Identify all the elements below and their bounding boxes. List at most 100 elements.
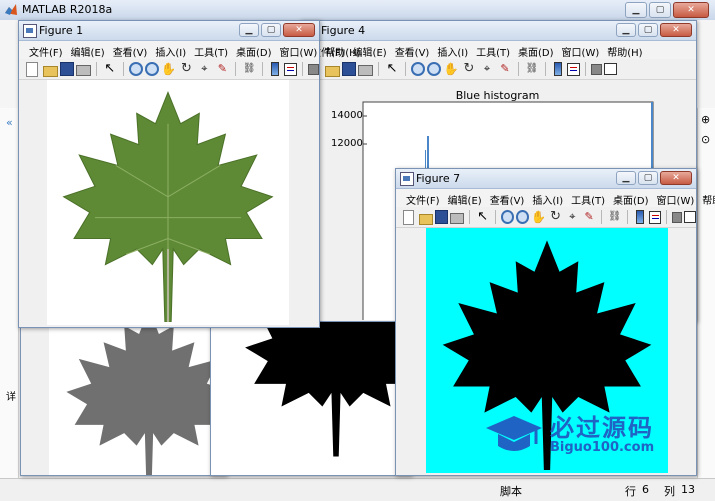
menu-help[interactable]: 帮助(H) [603, 41, 646, 59]
new-figure-icon[interactable] [26, 61, 38, 77]
zoom-in-icon[interactable] [500, 210, 515, 224]
graduation-cap-icon [486, 416, 542, 451]
link-plot-icon[interactable]: ⛓ [241, 61, 257, 77]
figure-icon [400, 172, 414, 186]
print-icon[interactable] [358, 65, 373, 76]
menu-tools[interactable]: 工具(T) [567, 189, 609, 207]
rotate-icon[interactable]: ↻ [179, 61, 195, 77]
menu-window[interactable]: 窗口(W) [653, 189, 699, 207]
figure-1-maximize-button[interactable]: ▢ [261, 23, 281, 37]
menu-edit[interactable]: 编辑(E) [67, 41, 109, 59]
figure-1-window[interactable]: Figure 1 ▁ ▢ ✕ 文件(F) 编辑(E) 查看(V) 插入(I) 工… [18, 20, 361, 328]
figure-7-close-button[interactable]: ✕ [660, 171, 692, 185]
menu-help[interactable]: 帮助(H) [321, 41, 364, 59]
status-row-label: 行 [625, 485, 636, 498]
zoom-in-icon[interactable] [128, 62, 143, 76]
colorbar-icon[interactable] [554, 62, 562, 76]
status-col-value: 13 [681, 483, 695, 496]
edit-plot-icon[interactable]: ↖ [384, 61, 400, 77]
figure-1-minimize-button[interactable]: ▁ [239, 23, 259, 37]
figure-1-toolbar: ↖ ✋ ↻ ⌖ ✎ ⛓ [19, 59, 320, 80]
panel-collapse-icon[interactable]: ⊙ [701, 133, 710, 146]
pan-icon[interactable]: ✋ [161, 61, 177, 77]
save-icon[interactable] [59, 62, 74, 76]
hide-plot-tools-icon[interactable] [308, 63, 320, 75]
menu-desktop[interactable]: 桌面(D) [609, 189, 653, 207]
status-row-value: 6 [642, 483, 649, 496]
menu-view[interactable]: 查看(V) [109, 41, 152, 59]
menu-tools[interactable]: 工具(T) [472, 41, 514, 59]
figure-4-close-button[interactable]: ✕ [660, 23, 692, 37]
menu-view[interactable]: 查看(V) [486, 189, 529, 207]
open-file-icon[interactable] [419, 213, 434, 225]
menu-insert[interactable]: 插入(I) [151, 41, 190, 59]
grayscale-image-axes [49, 309, 226, 475]
color-leaf-image [62, 91, 274, 322]
menu-desktop[interactable]: 桌面(D) [232, 41, 276, 59]
zoom-out-icon[interactable] [427, 62, 441, 76]
data-cursor-icon[interactable]: ⌖ [196, 61, 212, 77]
minimize-button[interactable]: ▁ [625, 2, 647, 18]
new-figure-icon[interactable] [403, 209, 415, 225]
hide-plot-tools-icon[interactable] [671, 211, 682, 223]
menu-edit[interactable]: 编辑(E) [444, 189, 486, 207]
figure-7-menubar: 文件(F) 编辑(E) 查看(V) 插入(I) 工具(T) 桌面(D) 窗口(W… [396, 189, 715, 207]
menu-file[interactable]: 文件(F) [25, 41, 67, 59]
print-icon[interactable] [450, 213, 465, 224]
brush-icon[interactable]: ✎ [582, 209, 597, 225]
figure-7-minimize-button[interactable]: ▁ [616, 171, 636, 185]
figure-1-canvas [19, 80, 319, 327]
figure-icon [23, 24, 37, 38]
menu-help[interactable]: 帮助(H) [698, 189, 715, 207]
figure-1-title: Figure 1 [39, 24, 84, 37]
brush-icon[interactable]: ✎ [497, 61, 513, 77]
menu-tools[interactable]: 工具(T) [190, 41, 232, 59]
panel-expand-icon[interactable]: ⊕ [701, 113, 710, 126]
legend-icon[interactable] [648, 210, 661, 224]
legend-icon[interactable] [567, 62, 580, 76]
zoom-in-icon[interactable] [411, 62, 425, 76]
open-file-icon[interactable] [325, 65, 340, 77]
hide-plot-tools-icon[interactable] [591, 63, 602, 75]
save-icon[interactable] [435, 210, 449, 224]
open-file-icon[interactable] [42, 65, 58, 77]
watermark-logo: 必过源码 Biguo100.com [484, 408, 684, 463]
menu-insert[interactable]: 插入(I) [528, 189, 567, 207]
data-cursor-icon[interactable]: ⌖ [565, 209, 580, 225]
matlab-titlebar: MATLAB R2018a ▁ ▢ ✕ [0, 0, 715, 21]
edit-plot-icon[interactable]: ↖ [475, 209, 490, 225]
link-plot-icon[interactable]: ⛓ [607, 209, 622, 225]
colorbar-icon[interactable] [271, 62, 280, 76]
close-button[interactable]: ✕ [673, 2, 709, 18]
pan-icon[interactable]: ✋ [531, 209, 546, 225]
zoom-out-icon[interactable] [144, 62, 159, 76]
show-plot-tools-icon[interactable] [604, 63, 617, 75]
panel-arrow-icon[interactable]: « [6, 116, 13, 129]
rotate-icon[interactable]: ↻ [461, 61, 477, 77]
print-icon[interactable] [75, 65, 91, 76]
menu-file[interactable]: 文件(F) [402, 189, 444, 207]
data-cursor-icon[interactable]: ⌖ [479, 61, 495, 77]
menu-desktop[interactable]: 桌面(D) [514, 41, 558, 59]
figure-4-toolbar: ↖ ✋ ↻ ⌖ ✎ ⛓ [301, 59, 696, 80]
maximize-button[interactable]: ▢ [649, 2, 671, 18]
pan-icon[interactable]: ✋ [443, 61, 459, 77]
brush-icon[interactable]: ✎ [214, 61, 230, 77]
save-icon[interactable] [342, 62, 356, 76]
zoom-out-icon[interactable] [516, 210, 530, 224]
edit-plot-icon[interactable]: ↖ [102, 61, 118, 77]
figure-7-maximize-button[interactable]: ▢ [638, 171, 658, 185]
show-plot-tools-icon[interactable] [683, 211, 697, 223]
matlab-window-title: MATLAB R2018a [22, 3, 113, 16]
menu-window[interactable]: 窗口(W) [276, 41, 322, 59]
rotate-icon[interactable]: ↻ [548, 209, 563, 225]
link-plot-icon[interactable]: ⛓ [524, 61, 540, 77]
menu-insert[interactable]: 插入(I) [433, 41, 472, 59]
figure-1-close-button[interactable]: ✕ [283, 23, 315, 37]
figure-4-minimize-button[interactable]: ▁ [616, 23, 636, 37]
legend-icon[interactable] [284, 62, 298, 76]
menu-view[interactable]: 查看(V) [391, 41, 434, 59]
colorbar-icon[interactable] [636, 210, 644, 224]
menu-window[interactable]: 窗口(W) [558, 41, 604, 59]
figure-4-maximize-button[interactable]: ▢ [638, 23, 658, 37]
